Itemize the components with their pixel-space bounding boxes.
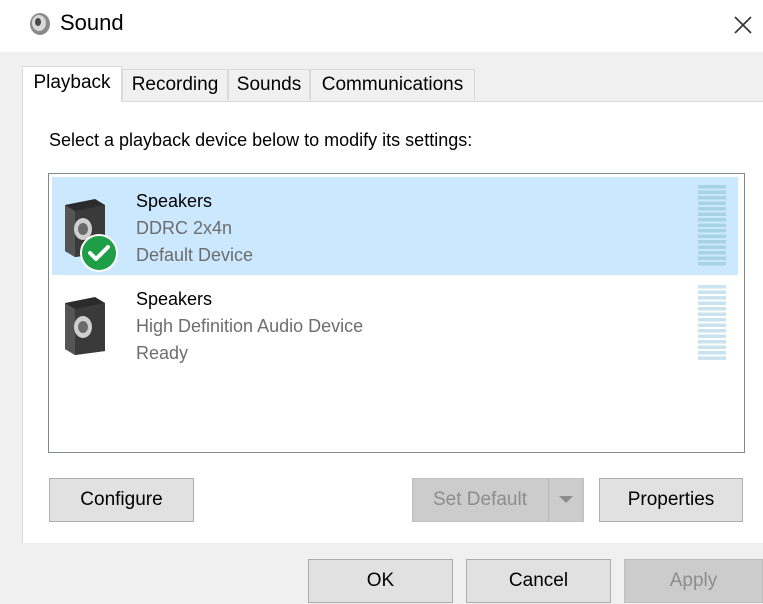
dialog-footer: OK Cancel Apply: [0, 543, 763, 604]
properties-button[interactable]: Properties: [599, 478, 743, 522]
playback-panel: Select a playback device below to modify…: [22, 101, 763, 543]
device-description: DDRC 2x4n: [136, 218, 233, 238]
check-icon: [80, 234, 118, 272]
tab-communications[interactable]: Communications: [310, 69, 475, 100]
title-bar: Sound: [0, 0, 763, 52]
ok-button[interactable]: OK: [308, 559, 453, 603]
device-item-ddrc[interactable]: Speakers DDRC 2x4n Default Device: [52, 177, 738, 275]
set-default-dropdown[interactable]: [548, 479, 583, 521]
speaker-device-icon: [65, 297, 105, 355]
level-meter: [698, 185, 726, 266]
cancel-button[interactable]: Cancel: [466, 559, 611, 603]
tab-sounds[interactable]: Sounds: [228, 69, 310, 100]
configure-button[interactable]: Configure: [49, 478, 194, 522]
device-item-hd-audio[interactable]: Speakers High Definition Audio Device Re…: [52, 275, 738, 373]
close-icon[interactable]: [726, 8, 760, 42]
speaker-icon: [30, 13, 50, 35]
tab-recording[interactable]: Recording: [122, 69, 228, 100]
device-name: Speakers: [136, 289, 213, 309]
apply-button[interactable]: Apply: [624, 559, 763, 603]
level-meter: [698, 285, 726, 360]
device-name: Speakers: [136, 191, 213, 211]
tab-playback[interactable]: Playback: [22, 66, 122, 102]
device-status: Default Device: [136, 245, 254, 265]
instruction-text: Select a playback device below to modify…: [49, 130, 473, 150]
set-default-label: Set Default: [433, 489, 527, 510]
chevron-down-icon: [559, 496, 573, 503]
window-title: Sound: [60, 10, 124, 35]
device-list[interactable]: Speakers DDRC 2x4n Default Device Speake…: [48, 173, 745, 453]
device-status: Ready: [136, 343, 189, 363]
set-default-button[interactable]: Set Default: [412, 478, 584, 522]
device-description: High Definition Audio Device: [136, 316, 364, 336]
